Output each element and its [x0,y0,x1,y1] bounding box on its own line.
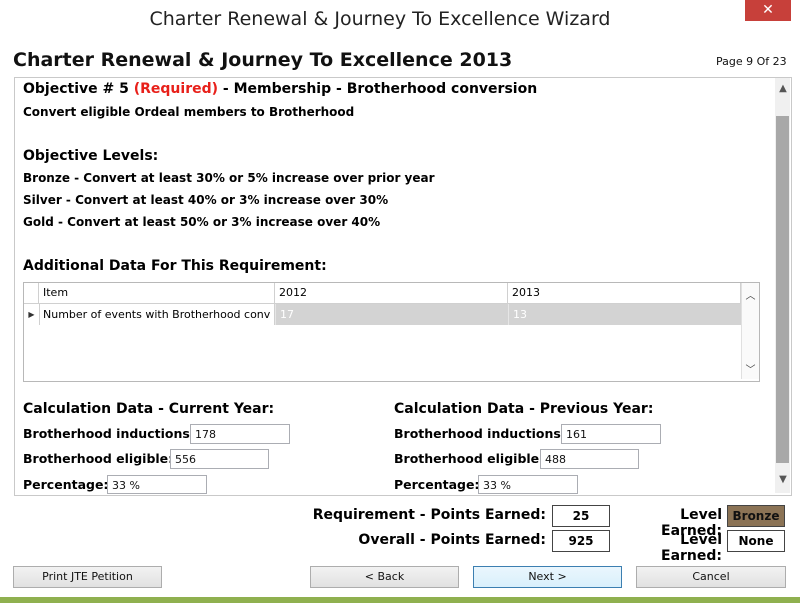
objective-title: Objective # 5 (Required) - Membership - … [23,81,537,97]
cell-2012[interactable]: 17 [275,304,508,325]
current-percentage-label: Percentage: [23,477,109,492]
overall-points-value: 925 [552,530,610,552]
column-header-2012[interactable]: 2012 [275,283,508,303]
previous-percentage-label: Percentage: [394,477,480,492]
taskbar-strip [0,597,800,603]
row-indicator-icon: ▶ [24,304,40,325]
overall-level-badge: None [727,530,785,552]
level-gold: Gold - Convert at least 50% or 3% increa… [23,215,381,229]
cell-item[interactable]: Number of events with Brotherhood conv [39,304,275,325]
objective-name: - Membership - Brotherhood conversion [222,81,538,97]
page-indicator: Page 9 Of 23 [716,55,787,68]
next-button[interactable]: Next > [473,566,622,588]
previous-eligible-field[interactable]: 488 [540,449,639,469]
cancel-button[interactable]: Cancel [636,566,786,588]
table-row[interactable]: ▶ Number of events with Brotherhood conv… [24,304,741,325]
window-title: Charter Renewal & Journey To Excellence … [149,8,611,30]
level-silver: Silver - Convert at least 40% or 3% incr… [23,193,389,207]
current-percentage-field[interactable]: 33 % [107,475,207,494]
data-grid[interactable]: Item 2012 2013 ▶ Number of events with B… [23,282,760,382]
column-header-item[interactable]: Item [39,283,275,303]
current-inductions-label: Brotherhood inductions: [23,426,195,441]
level-bronze: Bronze - Convert at least 30% or 5% incr… [23,171,435,185]
scroll-up-icon[interactable]: ▲ [778,83,788,94]
requirement-points-label: Requirement - Points Earned: [312,507,546,523]
requirement-level-badge: Bronze [727,505,785,527]
close-button[interactable]: ✕ [745,0,791,21]
previous-percentage-field[interactable]: 33 % [478,475,578,494]
print-jte-petition-button[interactable]: Print JTE Petition [13,566,162,588]
grid-scroll-down-icon[interactable]: ﹀ [742,361,759,376]
current-eligible-label: Brotherhood eligible: [23,451,174,466]
previous-inductions-field[interactable]: 161 [561,424,661,444]
panel-scroll-thumb[interactable] [776,116,789,463]
column-header-2013[interactable]: 2013 [508,283,741,303]
levels-heading: Objective Levels: [23,148,159,164]
grid-header: Item 2012 2013 [24,283,759,304]
back-button[interactable]: < Back [310,566,459,588]
overall-points-label: Overall - Points Earned: [358,532,546,548]
previous-year-heading: Calculation Data - Previous Year: [394,401,654,417]
current-year-heading: Calculation Data - Current Year: [23,401,275,417]
requirement-points-value: 25 [552,505,610,527]
cell-2013[interactable]: 13 [508,304,741,325]
overall-level-label: Level Earned: [661,532,722,564]
current-inductions-field[interactable]: 178 [190,424,290,444]
previous-inductions-label: Brotherhood inductions: [394,426,566,441]
page-title: Charter Renewal & Journey To Excellence … [13,49,513,71]
additional-data-heading: Additional Data For This Requirement: [23,258,327,274]
previous-eligible-label: Brotherhood eligible: [394,451,545,466]
objective-description: Convert eligible Ordeal members to Broth… [23,105,355,119]
objective-number: Objective # 5 [23,81,129,97]
grid-scroll-up-icon[interactable]: ︿ [742,287,759,302]
grid-corner [24,283,39,303]
current-eligible-field[interactable]: 556 [170,449,269,469]
scroll-down-icon[interactable]: ▼ [778,474,788,485]
grid-scrollbar[interactable]: ︿ ﹀ [741,283,759,379]
close-icon: ✕ [762,2,774,18]
required-badge: (Required) [133,81,219,97]
